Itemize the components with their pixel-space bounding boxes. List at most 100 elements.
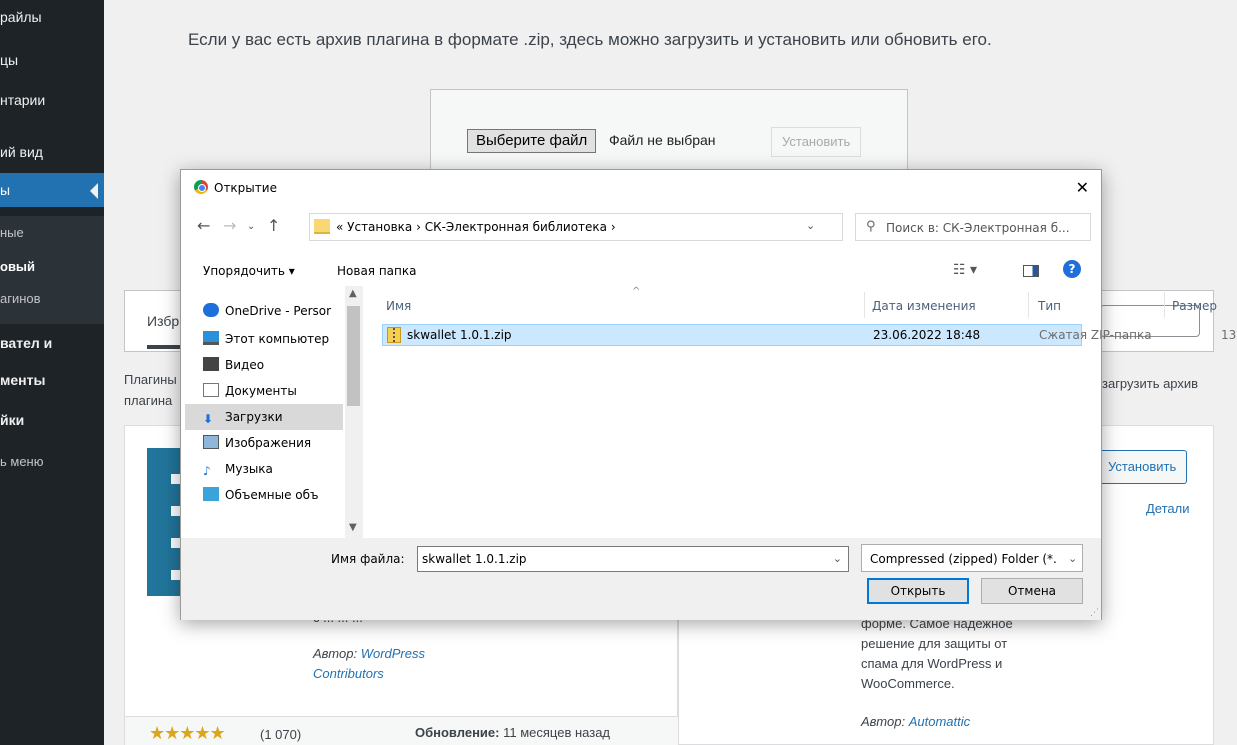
plugins-desc-right: загрузить архив bbox=[1102, 376, 1199, 391]
sidebar-item-media[interactable]: райлы bbox=[0, 0, 104, 34]
plugin-author: Автор: WordPress Contributors bbox=[313, 646, 425, 681]
documents-icon bbox=[203, 383, 219, 397]
download-icon: ⬇ bbox=[203, 412, 214, 426]
column-separator[interactable] bbox=[864, 292, 865, 318]
filename-input[interactable]: skwallet 1.0.1.zip ⌄ bbox=[417, 546, 849, 572]
sidebar-item-appearance[interactable]: ий вид bbox=[0, 135, 104, 169]
column-header-modified[interactable]: Дата изменения bbox=[872, 294, 976, 318]
help-icon[interactable]: ? bbox=[1063, 260, 1081, 278]
star-rating-icon: ★★★★★ bbox=[149, 723, 226, 743]
dialog-title: Открытие bbox=[214, 181, 277, 195]
sidebar-item-tools[interactable]: менты bbox=[0, 363, 104, 397]
install-upload-button[interactable]: Установить bbox=[771, 127, 862, 157]
sidebar-item-users[interactable]: вател и bbox=[0, 326, 104, 360]
up-arrow-icon[interactable]: ↑ bbox=[267, 216, 280, 235]
resize-grip-icon[interactable]: ⋰ bbox=[1090, 608, 1099, 618]
cloud-icon bbox=[203, 303, 219, 317]
music-icon: ♪ bbox=[203, 464, 211, 478]
chevron-down-icon[interactable]: ⌄ bbox=[833, 552, 842, 565]
author-link[interactable]: WordPress bbox=[361, 646, 425, 661]
navigation-pane: OneDrive - Persor Этот компьютер Видео Д… bbox=[181, 286, 363, 538]
tab-featured[interactable]: Избр bbox=[147, 313, 179, 329]
last-updated: Обновление: 11 месяцев назад bbox=[415, 725, 611, 740]
forward-arrow-icon[interactable]: → bbox=[223, 216, 236, 235]
column-header-size[interactable]: Размер bbox=[1172, 294, 1217, 318]
file-name: skwallet 1.0.1.zip bbox=[407, 328, 512, 342]
scroll-up-icon[interactable]: ▲ bbox=[349, 288, 357, 299]
details-link[interactable]: Детали bbox=[1146, 501, 1190, 516]
dialog-titlebar[interactable]: Открытие ✕ bbox=[181, 170, 1101, 204]
filename-value: skwallet 1.0.1.zip bbox=[422, 552, 527, 566]
3d-objects-icon bbox=[203, 487, 219, 501]
sort-ascending-icon: ^ bbox=[632, 286, 641, 297]
zip-file-icon bbox=[387, 327, 401, 343]
upload-help-text: Если у вас есть архив плагина в формате … bbox=[188, 30, 992, 49]
filename-label: Имя файла: bbox=[331, 552, 405, 566]
nav-item-this-pc[interactable]: Этот компьютер bbox=[203, 326, 343, 352]
sidebar-item-plugins[interactable]: ы bbox=[0, 173, 104, 207]
nav-item-onedrive[interactable]: OneDrive - Persor bbox=[203, 298, 343, 324]
file-size: 13 КБ bbox=[1221, 328, 1237, 342]
view-options-icon[interactable]: ☷ ▾ bbox=[953, 262, 977, 278]
dialog-bottom-area: Имя файла: skwallet 1.0.1.zip ⌄ Compress… bbox=[181, 538, 1101, 620]
submenu-item-editor[interactable]: агинов bbox=[0, 286, 104, 312]
nav-item-3d-objects[interactable]: Объемные объ bbox=[203, 482, 343, 508]
video-icon bbox=[203, 357, 219, 371]
nav-item-pictures[interactable]: Изображения bbox=[203, 430, 343, 456]
search-icon: ⚲ bbox=[866, 219, 876, 234]
sidebar-item-comments[interactable]: нтарии bbox=[0, 83, 104, 117]
address-bar[interactable]: « Установка › СК-Электронная библиотека … bbox=[309, 213, 962, 241]
chrome-icon bbox=[194, 180, 208, 194]
search-placeholder: Поиск в: СК-Электронная б... bbox=[886, 221, 1070, 235]
plugins-submenu: ные овый агинов bbox=[0, 216, 104, 324]
file-type-select[interactable]: Compressed (zipped) Folder (*. ⌄ bbox=[861, 544, 1083, 572]
folder-search-input[interactable]: ⚲ Поиск в: СК-Электронная б... bbox=[855, 213, 1091, 241]
file-type-value: Compressed (zipped) Folder (*. bbox=[870, 552, 1057, 566]
nav-item-downloads[interactable]: ⬇ Загрузки bbox=[185, 404, 343, 430]
nav-item-music[interactable]: ♪ Музыка bbox=[203, 456, 343, 482]
author-link[interactable]: Contributors bbox=[313, 666, 384, 681]
nav-pane-scrollbar[interactable]: ▲ ▼ bbox=[345, 286, 362, 538]
sidebar-item-settings[interactable]: йки bbox=[0, 403, 104, 437]
file-status-text: Файл не выбран bbox=[609, 132, 716, 148]
plugins-desc-line-2: плагина bbox=[124, 393, 173, 408]
open-button[interactable]: Открыть bbox=[867, 578, 969, 604]
organize-button[interactable]: Упорядочить ▾ bbox=[203, 264, 295, 278]
chevron-down-icon[interactable]: ⌄ bbox=[806, 219, 815, 232]
folder-icon bbox=[314, 219, 330, 234]
back-arrow-icon[interactable]: ← bbox=[197, 216, 210, 235]
nav-item-documents[interactable]: Документы bbox=[203, 378, 343, 404]
recent-locations-icon[interactable]: ⌄ bbox=[247, 221, 255, 232]
column-header-type[interactable]: Тип bbox=[1038, 294, 1061, 318]
column-separator[interactable] bbox=[1164, 292, 1165, 318]
address-path[interactable]: « Установка › СК-Электронная библиотека … bbox=[336, 220, 616, 234]
sidebar-item-pages[interactable]: цы bbox=[0, 43, 104, 77]
file-list: Имя ^ Дата изменения Тип Размер skwallet… bbox=[364, 286, 1237, 538]
submenu-item-installed[interactable]: ные bbox=[0, 220, 104, 246]
file-modified: 23.06.2022 18:48 bbox=[873, 328, 981, 342]
cancel-button[interactable]: Отмена bbox=[981, 578, 1083, 604]
close-icon[interactable]: ✕ bbox=[1076, 178, 1089, 197]
scroll-down-icon[interactable]: ▼ bbox=[349, 522, 357, 533]
current-menu-arrow bbox=[90, 183, 98, 199]
column-header-name[interactable]: Имя bbox=[386, 294, 411, 318]
choose-file-button[interactable]: Выберите файл bbox=[467, 129, 597, 153]
upload-form: Выберите файл Файл не выбран Установить bbox=[430, 89, 908, 179]
nav-item-videos[interactable]: Видео bbox=[203, 352, 343, 378]
preview-pane-icon[interactable] bbox=[1023, 265, 1039, 277]
author-link[interactable]: Automattic bbox=[909, 714, 970, 729]
submenu-item-add-new[interactable]: овый bbox=[0, 254, 104, 280]
new-folder-button[interactable]: Новая папка bbox=[337, 264, 416, 278]
images-icon bbox=[203, 435, 219, 449]
sidebar-collapse-menu[interactable]: ь меню bbox=[0, 445, 104, 479]
scrollbar-thumb[interactable] bbox=[347, 306, 360, 406]
install-now-button[interactable]: Установить bbox=[1097, 450, 1188, 484]
plugins-desc-line-1: Плагины bbox=[124, 372, 177, 387]
rating-count[interactable]: (1 070) bbox=[260, 727, 301, 742]
file-row[interactable]: skwallet 1.0.1.zip 23.06.2022 18:48 Сжат… bbox=[382, 324, 1237, 346]
dialog-nav-row: ← → ⌄ ↑ « Установка › СК-Электронная биб… bbox=[181, 212, 1101, 242]
plugin-author: Автор: Automattic bbox=[861, 714, 971, 729]
file-open-dialog: Открытие ✕ ← → ⌄ ↑ « Установка › СК-Элек… bbox=[180, 169, 1237, 620]
column-separator[interactable] bbox=[1028, 292, 1029, 318]
plugin-description: форме. Самое надежное решение для защиты… bbox=[861, 616, 1013, 691]
